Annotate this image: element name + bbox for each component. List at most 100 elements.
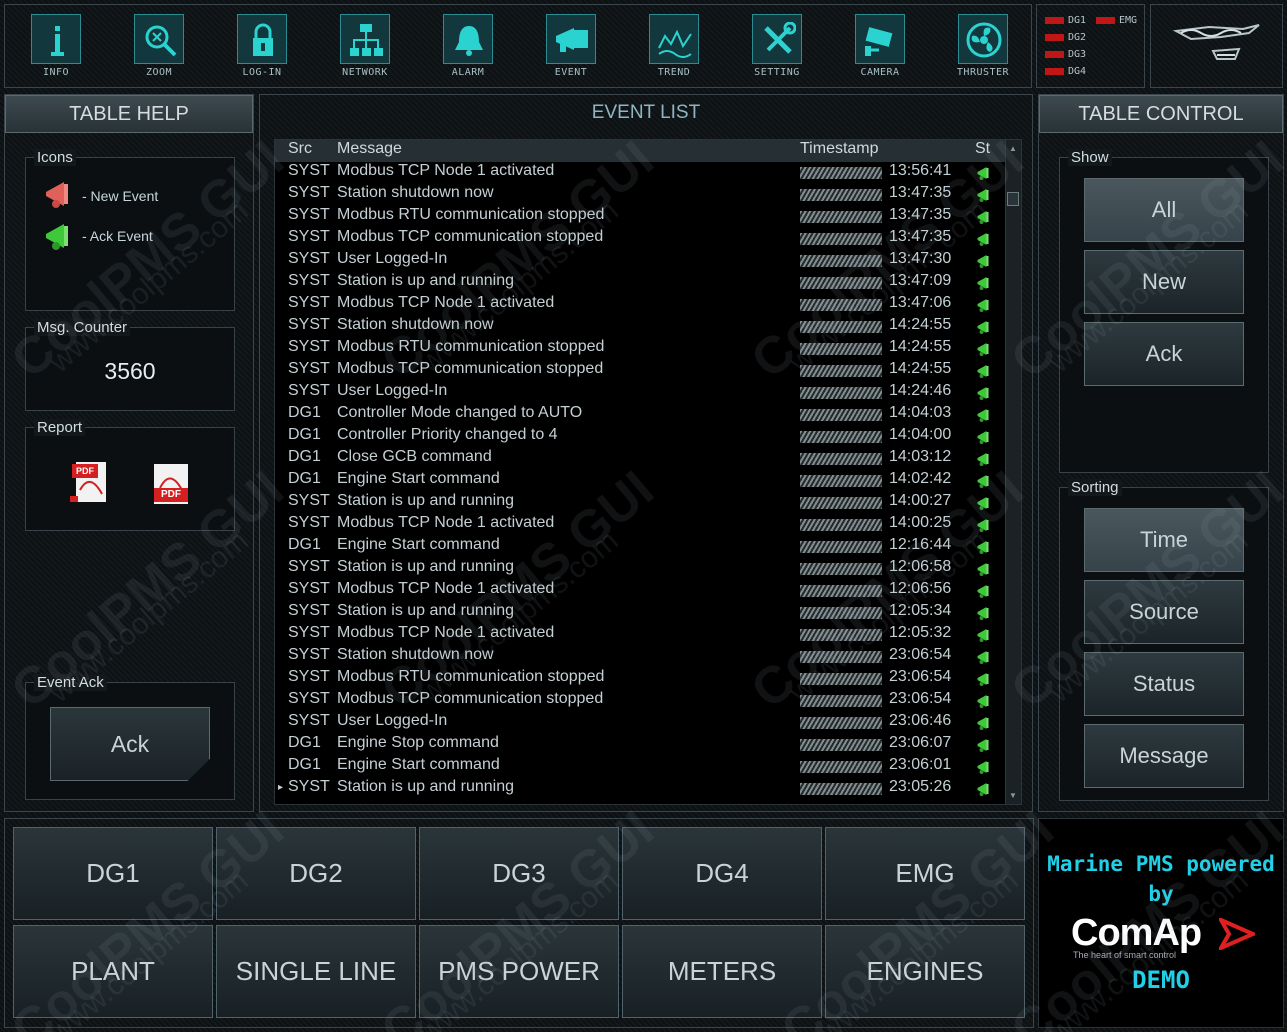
table-row[interactable]: SYST User Logged-In 14:24:46 bbox=[275, 382, 1005, 404]
row-src: SYST bbox=[288, 602, 330, 619]
toolbar-network-button[interactable]: NETWORK bbox=[325, 12, 405, 84]
table-row[interactable]: SYST Modbus TCP Node 1 activated 12:05:32 bbox=[275, 624, 1005, 646]
table-row[interactable]: DG1 Engine Start command 23:06:01 bbox=[275, 756, 1005, 778]
ack-status-icon bbox=[975, 580, 993, 604]
table-row[interactable]: SYST Modbus TCP Node 1 activated 13:47:06 bbox=[275, 294, 1005, 316]
report-box: Report PDF PDF bbox=[25, 419, 235, 531]
event-ack-box: Event Ack Ack bbox=[25, 674, 235, 800]
toolbar-event-button[interactable]: EVENT bbox=[531, 12, 611, 84]
row-time: 14:04:00 bbox=[889, 426, 952, 443]
show-title: Show bbox=[1068, 149, 1112, 166]
table-row[interactable]: SYST Modbus TCP Node 1 activated 13:56:41 bbox=[275, 162, 1005, 184]
nav-engines-button[interactable]: ENGINES bbox=[825, 925, 1025, 1018]
ack-status-icon bbox=[975, 624, 993, 648]
ack-status-icon bbox=[975, 668, 993, 692]
nav-dg1-button[interactable]: DG1 bbox=[13, 827, 213, 920]
table-row[interactable]: DG1 Engine Start command 14:02:42 bbox=[275, 470, 1005, 492]
scroll-thumb[interactable] bbox=[1007, 192, 1019, 206]
table-row[interactable]: SYST Station is up and running 14:00:27 bbox=[275, 492, 1005, 514]
nav-emg-button[interactable]: EMG bbox=[825, 827, 1025, 920]
table-row[interactable]: SYST Modbus TCP communication stopped 23:0… bbox=[275, 690, 1005, 712]
column-src[interactable]: Src bbox=[288, 140, 312, 158]
pdf-download-button[interactable]: PDF bbox=[70, 460, 110, 506]
table-row[interactable]: DG1 Close GCB command 14:03:12 bbox=[275, 448, 1005, 470]
scroll-down-icon[interactable]: ▼ bbox=[1009, 791, 1017, 800]
table-row[interactable]: SYST Modbus RTU communication stopped 14:2… bbox=[275, 338, 1005, 360]
toolbar-alarm-button[interactable]: ALARM bbox=[428, 12, 508, 84]
row-message: User Logged-In bbox=[337, 250, 448, 267]
column-timestamp[interactable]: Timestamp bbox=[800, 140, 879, 158]
table-row[interactable]: SYST User Logged-In 23:06:46 bbox=[275, 712, 1005, 734]
toolbar-label: THRUSTER bbox=[956, 67, 1010, 78]
table-row[interactable]: SYST Station shutdown now 13:47:35 bbox=[275, 184, 1005, 206]
row-date-redacted bbox=[800, 646, 882, 668]
table-row[interactable]: SYST Station is up and running 12:06:58 bbox=[275, 558, 1005, 580]
toolbar-log-in-button[interactable]: LOG-IN bbox=[222, 12, 302, 84]
table-row[interactable]: SYST Modbus TCP communication stopped 13:4… bbox=[275, 228, 1005, 250]
sort-source-button[interactable]: Source bbox=[1084, 580, 1244, 644]
toolbar-info-button[interactable]: INFO bbox=[16, 12, 96, 84]
ack-button[interactable]: Ack bbox=[50, 707, 210, 781]
sort-message-button[interactable]: Message bbox=[1084, 724, 1244, 788]
led-dg2 bbox=[1045, 34, 1064, 41]
table-row[interactable]: SYST Modbus TCP Node 1 activated 14:00:25 bbox=[275, 514, 1005, 536]
nav-pms-power-button[interactable]: PMS POWER bbox=[419, 925, 619, 1018]
table-scrollbar[interactable]: ▲ ▼ bbox=[1005, 140, 1021, 804]
row-message: Modbus TCP Node 1 activated bbox=[337, 624, 555, 641]
ack-status-icon bbox=[975, 470, 993, 494]
show-ack-button[interactable]: Ack bbox=[1084, 322, 1244, 386]
nav-single-line-button[interactable]: SINGLE LINE bbox=[216, 925, 416, 1018]
table-row[interactable]: SYST Station is up and running 13:47:09 bbox=[275, 272, 1005, 294]
scroll-up-icon[interactable]: ▲ bbox=[1009, 144, 1017, 153]
toolbar-trend-button[interactable]: TREND bbox=[634, 12, 714, 84]
show-new-button[interactable]: New bbox=[1084, 250, 1244, 314]
ack-status-icon bbox=[975, 250, 993, 274]
nav-meters-button[interactable]: METERS bbox=[622, 925, 822, 1018]
table-row[interactable]: DG1 Controller Priority changed to 4 14:04… bbox=[275, 426, 1005, 448]
column-message[interactable]: Message bbox=[337, 140, 402, 158]
toolbar-zoom-button[interactable]: ZOOM bbox=[119, 12, 199, 84]
row-time: 13:47:09 bbox=[889, 272, 952, 289]
nav-dg4-button[interactable]: DG4 bbox=[622, 827, 822, 920]
toolbar-camera-button[interactable]: CAMERA bbox=[840, 12, 920, 84]
bell-icon bbox=[443, 14, 493, 64]
row-time: 23:06:54 bbox=[889, 690, 952, 707]
row-message: User Logged-In bbox=[337, 712, 448, 729]
new-event-icon bbox=[46, 182, 68, 208]
left-panel: TABLE HELP Icons - New Event - Ack Event… bbox=[4, 94, 254, 812]
pdf-open-button[interactable]: PDF bbox=[152, 464, 192, 506]
row-message: User Logged-In bbox=[337, 382, 448, 399]
sort-status-button[interactable]: Status bbox=[1084, 652, 1244, 716]
event-table[interactable]: Src Message Timestamp St SYST Modbus TCP … bbox=[274, 139, 1022, 805]
toolbar-thruster-button[interactable]: THRUSTER bbox=[943, 12, 1023, 84]
row-time: 13:47:35 bbox=[889, 206, 952, 223]
show-all-button[interactable]: All bbox=[1084, 178, 1244, 242]
toolbar-label: CAMERA bbox=[860, 67, 900, 78]
column-status[interactable]: St bbox=[975, 140, 990, 158]
row-time: 13:47:35 bbox=[889, 184, 952, 201]
table-row[interactable]: SYST Station is up and running 12:05:34 bbox=[275, 602, 1005, 624]
row-time: 23:06:01 bbox=[889, 756, 952, 773]
nav-dg2-button[interactable]: DG2 bbox=[216, 827, 416, 920]
table-row[interactable]: SYST Modbus TCP Node 1 activated 12:06:56 bbox=[275, 580, 1005, 602]
table-row[interactable]: SYST Modbus TCP communication stopped 14:2… bbox=[275, 360, 1005, 382]
row-time: 12:05:34 bbox=[889, 602, 952, 619]
table-row[interactable]: DG1 Controller Mode changed to AUTO 14:04:… bbox=[275, 404, 1005, 426]
table-row[interactable]: ▸ SYST Station is up and running 23:05:26 bbox=[275, 778, 1005, 800]
show-box: Show All New Ack bbox=[1059, 149, 1269, 473]
table-row[interactable]: DG1 Engine Start command 12:16:44 bbox=[275, 536, 1005, 558]
table-row[interactable]: SYST Modbus RTU communication stopped 13:4… bbox=[275, 206, 1005, 228]
indicator-dg4-label: DG4 bbox=[1068, 66, 1087, 77]
indicator-dg2: DG2 bbox=[1045, 32, 1086, 43]
row-date-redacted bbox=[800, 470, 882, 492]
table-row[interactable]: SYST Station shutdown now 23:06:54 bbox=[275, 646, 1005, 668]
table-row[interactable]: SYST Modbus RTU communication stopped 23:0… bbox=[275, 668, 1005, 690]
nav-dg3-button[interactable]: DG3 bbox=[419, 827, 619, 920]
toolbar-setting-button[interactable]: SETTING bbox=[737, 12, 817, 84]
table-row[interactable]: DG1 Engine Stop command 23:06:07 bbox=[275, 734, 1005, 756]
row-date-redacted bbox=[800, 778, 882, 800]
table-row[interactable]: SYST Station shutdown now 14:24:55 bbox=[275, 316, 1005, 338]
sort-time-button[interactable]: Time bbox=[1084, 508, 1244, 572]
table-row[interactable]: SYST User Logged-In 13:47:30 bbox=[275, 250, 1005, 272]
nav-plant-button[interactable]: PLANT bbox=[13, 925, 213, 1018]
